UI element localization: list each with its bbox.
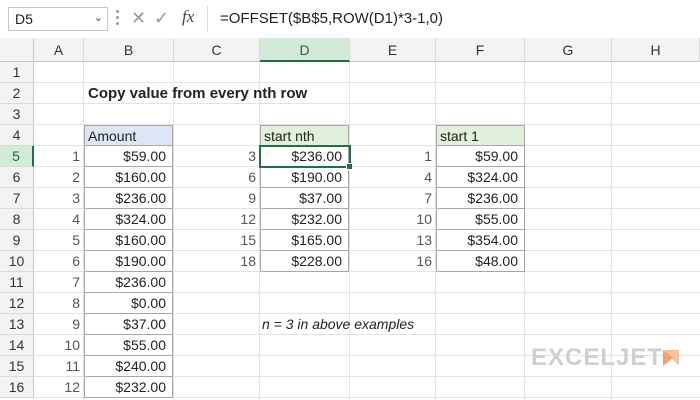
fx-icon[interactable]: fx <box>182 7 194 27</box>
amount-index-cell[interactable]: 8 <box>34 293 84 314</box>
start-nth-index-cell[interactable]: 15 <box>174 230 260 251</box>
column-header-a[interactable]: A <box>34 38 84 62</box>
start-1-index-cell[interactable]: 16 <box>350 251 436 272</box>
start-nth-header[interactable]: start nth <box>260 125 349 146</box>
column-header-h[interactable]: H <box>612 38 700 62</box>
sheet-title: Copy value from every nth row <box>88 85 308 102</box>
amount-value-cell[interactable]: $190.00 <box>84 251 173 272</box>
exceljet-logo-icon <box>663 350 679 366</box>
amount-value-cell[interactable]: $37.00 <box>84 314 173 335</box>
start-1-value-cell[interactable]: $55.00 <box>436 209 525 230</box>
exceljet-logo: EXCELJET <box>531 344 664 371</box>
start-1-value-cell[interactable]: $59.00 <box>436 146 525 167</box>
column-header-e[interactable]: E <box>350 38 436 62</box>
row-header-16[interactable]: 16 <box>0 377 34 398</box>
active-cell-d5[interactable] <box>259 145 351 168</box>
drag-handle-icon[interactable] <box>116 10 119 28</box>
start-1-value-cell[interactable]: $48.00 <box>436 251 525 272</box>
amount-index-cell[interactable]: 2 <box>34 167 84 188</box>
row-header-12[interactable]: 12 <box>0 293 34 314</box>
row-header-3[interactable]: 3 <box>0 104 34 125</box>
row-header-14[interactable]: 14 <box>0 335 34 356</box>
amount-index-cell[interactable]: 11 <box>34 356 84 377</box>
amount-index-cell[interactable]: 4 <box>34 209 84 230</box>
row-header-15[interactable]: 15 <box>0 356 34 377</box>
amount-index-cell[interactable]: 3 <box>34 188 84 209</box>
close-icon[interactable]: ✕ <box>131 8 146 29</box>
start-1-value-cell[interactable]: $324.00 <box>436 167 525 188</box>
amount-index-cell[interactable]: 5 <box>34 230 84 251</box>
start-nth-index-cell[interactable]: 6 <box>174 167 260 188</box>
start-nth-index-cell[interactable]: 3 <box>174 146 260 167</box>
amount-value-cell[interactable]: $236.00 <box>84 272 173 293</box>
start-nth-value-cell[interactable]: $190.00 <box>260 167 349 188</box>
row-header-13[interactable]: 13 <box>0 314 34 335</box>
amount-value-cell[interactable]: $160.00 <box>84 167 173 188</box>
start-1-value-cell[interactable]: $236.00 <box>436 188 525 209</box>
start-nth-value-cell[interactable]: $232.00 <box>260 209 349 230</box>
start-1-index-cell[interactable]: 10 <box>350 209 436 230</box>
start-nth-index-cell[interactable]: 18 <box>174 251 260 272</box>
select-all-corner[interactable] <box>0 38 34 62</box>
amount-value-cell[interactable]: $324.00 <box>84 209 173 230</box>
amount-index-cell[interactable]: 10 <box>34 335 84 356</box>
row-header-11[interactable]: 11 <box>0 272 34 293</box>
amount-index-cell[interactable]: 9 <box>34 314 84 335</box>
start-1-index-cell[interactable]: 13 <box>350 230 436 251</box>
start-1-value-cell[interactable]: $354.00 <box>436 230 525 251</box>
amount-index-cell[interactable]: 7 <box>34 272 84 293</box>
amount-value-cell[interactable]: $232.00 <box>84 377 173 398</box>
amount-index-cell[interactable]: 6 <box>34 251 84 272</box>
amount-value-cell[interactable]: $236.00 <box>84 188 173 209</box>
row-header-2[interactable]: 2 <box>0 83 34 104</box>
start-nth-value-cell[interactable]: $228.00 <box>260 251 349 272</box>
start-1-header[interactable]: start 1 <box>436 125 525 146</box>
column-header-g[interactable]: G <box>525 38 612 62</box>
column-header-d[interactable]: D <box>260 38 350 62</box>
amount-value-cell[interactable]: $55.00 <box>84 335 173 356</box>
name-box[interactable]: D5 ⌄ <box>8 7 108 31</box>
amount-index-cell[interactable]: 1 <box>34 146 84 167</box>
start-1-index-cell[interactable]: 4 <box>350 167 436 188</box>
row-header-8[interactable]: 8 <box>0 209 34 230</box>
check-icon[interactable]: ✓ <box>154 8 169 29</box>
row-header-4[interactable]: 4 <box>0 125 34 146</box>
start-nth-value-cell[interactable]: $165.00 <box>260 230 349 251</box>
row-header-5[interactable]: 5 <box>0 146 34 167</box>
row-header-7[interactable]: 7 <box>0 188 34 209</box>
column-header-b[interactable]: B <box>84 38 174 62</box>
name-box-value: D5 <box>15 11 33 27</box>
amount-header[interactable]: Amount <box>84 125 173 146</box>
fill-handle[interactable] <box>346 163 353 170</box>
start-nth-index-cell[interactable]: 9 <box>174 188 260 209</box>
amount-value-cell[interactable]: $160.00 <box>84 230 173 251</box>
start-nth-index-cell[interactable]: 12 <box>174 209 260 230</box>
start-nth-value-cell[interactable]: $37.00 <box>260 188 349 209</box>
row-header-6[interactable]: 6 <box>0 167 34 188</box>
formula-bar-divider <box>207 6 208 32</box>
row-header-9[interactable]: 9 <box>0 230 34 251</box>
amount-value-cell[interactable]: $59.00 <box>84 146 173 167</box>
column-header-f[interactable]: F <box>436 38 525 62</box>
formula-input[interactable]: =OFFSET($B$5,ROW(D1)*3-1,0) <box>220 10 443 27</box>
column-header-c[interactable]: C <box>174 38 260 62</box>
chevron-down-icon[interactable]: ⌄ <box>94 11 103 24</box>
amount-index-cell[interactable]: 12 <box>34 377 84 398</box>
start-1-index-cell[interactable]: 1 <box>350 146 436 167</box>
amount-value-cell[interactable]: $0.00 <box>84 293 173 314</box>
row-header-10[interactable]: 10 <box>0 251 34 272</box>
formula-bar: D5 ⌄ ✕ ✓ fx =OFFSET($B$5,ROW(D1)*3-1,0) <box>0 0 700 39</box>
note-text: n = 3 in above examples <box>262 316 415 332</box>
amount-value-cell[interactable]: $240.00 <box>84 356 173 377</box>
start-1-index-cell[interactable]: 7 <box>350 188 436 209</box>
row-header-1[interactable]: 1 <box>0 62 34 83</box>
